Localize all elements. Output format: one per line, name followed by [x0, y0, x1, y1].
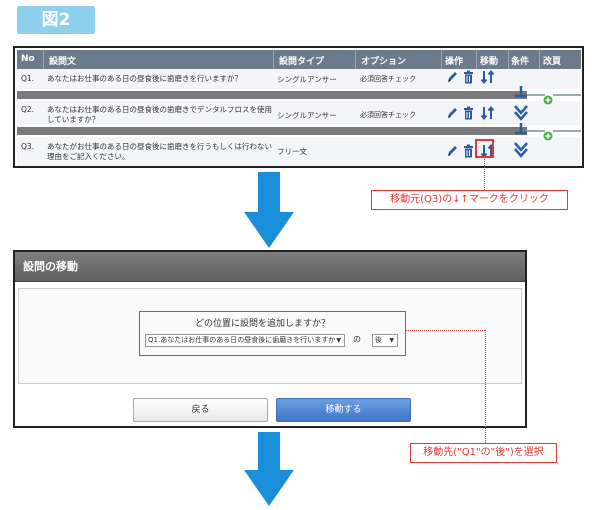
question-type: シングルアンサー — [277, 111, 337, 120]
chevron-down-icon[interactable] — [511, 140, 531, 160]
table-header: No 設問文 設問タイプ オプション 操作 移動 条件 改頁 — [17, 50, 581, 69]
question-number: Q1. — [21, 74, 35, 83]
question-text: あなたはお仕事のある日の昼食後に歯磨きを行いますか？ — [47, 74, 242, 83]
highlight-box — [475, 139, 494, 158]
question-text: あなたはお仕事のある日の昼食後の歯磨きでデンタルフロスを使用していますか？ — [47, 105, 272, 124]
header-pagebreak: 改頁 — [543, 57, 562, 67]
arrow-down-icon — [244, 432, 294, 506]
connector-line — [553, 94, 581, 96]
plus-icon[interactable] — [543, 90, 553, 105]
callout-leader — [484, 159, 485, 190]
question-type: シングルアンサー — [277, 75, 337, 84]
header-question: 設問文 — [49, 57, 77, 67]
header-type: 設問タイプ — [279, 57, 325, 67]
move-arrows-icon[interactable] — [480, 69, 496, 85]
trash-icon[interactable] — [463, 106, 474, 120]
connector-line — [553, 130, 581, 132]
header-condition: 条件 — [511, 57, 530, 67]
figure-label: 図2 — [17, 6, 95, 34]
row-divider — [17, 127, 527, 135]
callout-leader — [485, 330, 486, 443]
callout-select-target: 移動先("Q1"の"後")を選択 — [410, 443, 557, 463]
pencil-icon[interactable] — [446, 106, 458, 120]
header-option: オプション — [361, 57, 407, 67]
highlight-box — [139, 311, 406, 356]
question-table: No 設問文 設問タイプ オプション 操作 移動 条件 改頁 Q1. あなたはお… — [13, 46, 584, 168]
arrow-down-icon — [244, 172, 294, 248]
header-no: No — [21, 54, 35, 64]
plus-icon[interactable] — [543, 126, 553, 141]
back-button[interactable]: 戻る — [133, 398, 268, 422]
dialog-title: 設問の移動 — [15, 252, 525, 282]
row-divider — [17, 91, 527, 99]
pencil-icon[interactable] — [446, 70, 458, 84]
trash-icon[interactable] — [463, 70, 474, 84]
move-arrows-icon[interactable] — [480, 105, 496, 121]
question-type: フリー文 — [277, 147, 307, 156]
pencil-icon[interactable] — [446, 144, 458, 158]
chevron-down-icon[interactable] — [511, 103, 531, 123]
move-button[interactable]: 移動する — [276, 398, 411, 422]
callout-leader — [406, 330, 485, 331]
question-option: 必須回答チェック — [360, 111, 416, 119]
header-actions: 操作 — [445, 57, 464, 67]
trash-icon[interactable] — [463, 144, 474, 158]
question-number: Q3. — [21, 142, 35, 151]
question-option: 必須回答チェック — [360, 75, 416, 83]
header-move: 移動 — [480, 57, 499, 67]
question-number: Q2. — [21, 105, 35, 114]
question-text: あなたがお仕事のある日の昼食後に歯磨きを行うもしくは行わない理由をご記入ください… — [47, 142, 272, 161]
callout-click-move: 移動元(Q3)の↓↑マークをクリック — [371, 190, 568, 210]
